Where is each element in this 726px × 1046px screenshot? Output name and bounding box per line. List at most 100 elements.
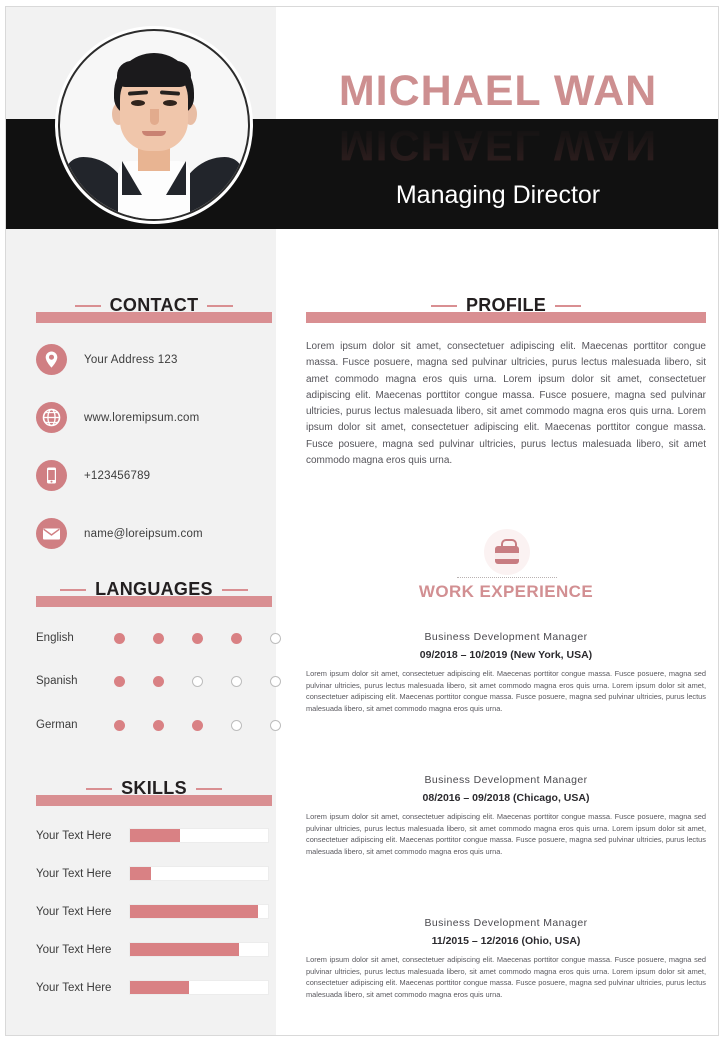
languages-dash-left	[60, 588, 87, 591]
rating-dot[interactable]	[114, 675, 125, 687]
rating-dot[interactable]	[153, 632, 164, 644]
language-row-spanish: Spanish	[36, 675, 309, 687]
language-label: German	[36, 719, 78, 731]
rating-dot[interactable]	[270, 675, 281, 687]
skills-heading: SKILLS	[121, 778, 187, 798]
globe-icon	[36, 402, 67, 433]
skill-row: Your Text Here	[36, 904, 269, 919]
location-pin-icon	[36, 344, 67, 375]
rating-dot[interactable]	[192, 632, 203, 644]
phone-icon	[36, 460, 67, 491]
rating-dot[interactable]	[114, 632, 125, 644]
job-dates-location: 11/2015 – 12/2016 (Ohio, USA)	[431, 935, 581, 947]
language-rating-dots[interactable]	[114, 719, 309, 731]
profile-dash-left	[430, 304, 457, 307]
skill-row: Your Text Here	[36, 942, 269, 957]
contact-item-website[interactable]: www.loremipsum.com	[36, 402, 199, 433]
contact-website-label: www.loremipsum.com	[84, 411, 200, 424]
skill-progress-fill	[130, 905, 259, 918]
language-label: English	[36, 632, 74, 644]
candidate-name-block: MICHAEL WAN MICHAEL WAN	[276, 63, 718, 183]
language-label: Spanish	[36, 675, 78, 687]
skill-progress-track[interactable]	[129, 904, 269, 919]
language-rating-dots[interactable]	[114, 632, 309, 644]
contact-section-header: CONTACT	[36, 295, 272, 323]
resume-page: MICHAEL WAN MICHAEL WAN Managing Directo…	[5, 6, 719, 1036]
photo-eye-right	[163, 100, 177, 106]
work-experience-entry: Business Development Manager 09/2018 – 1…	[306, 631, 706, 714]
contact-item-address[interactable]: Your Address 123	[36, 344, 178, 375]
contact-address-label: Your Address 123	[84, 353, 178, 366]
skills-dash-left	[86, 787, 113, 790]
skill-progress-track[interactable]	[129, 980, 269, 995]
job-role: Business Development Manager	[424, 774, 588, 786]
skill-row: Your Text Here	[36, 828, 269, 843]
contact-email-label: name@loreipsum.com	[84, 527, 203, 540]
skill-progress-track[interactable]	[129, 828, 269, 843]
rating-dot[interactable]	[192, 719, 203, 731]
candidate-name-reflection: MICHAEL WAN	[338, 121, 658, 169]
skill-progress-fill	[130, 867, 151, 880]
work-experience-dotted-divider	[457, 577, 557, 578]
skill-label: Your Text Here	[36, 905, 112, 918]
languages-dash-right	[221, 588, 248, 591]
language-row-german: German	[36, 719, 309, 731]
envelope-icon	[36, 518, 67, 549]
job-title: Managing Director	[395, 181, 601, 209]
contact-item-phone[interactable]: +123456789	[36, 460, 150, 491]
profile-photo	[58, 29, 250, 221]
job-role: Business Development Manager	[424, 917, 588, 929]
language-row-english: English	[36, 632, 309, 644]
profile-heading: PROFILE	[465, 295, 547, 315]
rating-dot[interactable]	[270, 632, 281, 644]
photo-nose	[150, 109, 159, 125]
skill-label: Your Text Here	[36, 981, 112, 994]
rating-dot[interactable]	[153, 719, 164, 731]
skill-progress-fill	[130, 981, 190, 994]
profile-body-text: Lorem ipsum dolor sit amet, consectetuer…	[306, 341, 706, 467]
briefcase-icon	[484, 529, 530, 575]
job-role: Business Development Manager	[424, 631, 588, 643]
contact-heading: CONTACT	[109, 295, 199, 315]
skills-section-header: SKILLS	[36, 778, 272, 806]
job-description: Lorem ipsum dolor sit amet, consectetuer…	[306, 669, 706, 713]
skill-label: Your Text Here	[36, 829, 112, 842]
job-description: Lorem ipsum dolor sit amet, consectetuer…	[306, 812, 706, 856]
work-experience-entry: Business Development Manager 11/2015 – 1…	[306, 917, 706, 1000]
skill-progress-track[interactable]	[129, 866, 269, 881]
work-experience-heading: WORK EXPERIENCE	[418, 582, 594, 601]
skill-label: Your Text Here	[36, 867, 112, 880]
languages-heading: LANGUAGES	[95, 579, 213, 599]
language-rating-dots[interactable]	[114, 675, 309, 687]
profile-dash-right	[555, 304, 582, 307]
skill-label: Your Text Here	[36, 943, 112, 956]
skill-row: Your Text Here	[36, 866, 269, 881]
photo-eye-left	[131, 100, 145, 106]
photo-fringe	[117, 61, 191, 87]
skills-dash-right	[195, 787, 222, 790]
skill-progress-track[interactable]	[129, 942, 269, 957]
rating-dot[interactable]	[114, 719, 125, 731]
skill-progress-fill	[130, 829, 180, 842]
contact-dash-left	[74, 304, 101, 307]
rating-dot[interactable]	[153, 675, 164, 687]
rating-dot[interactable]	[192, 675, 203, 687]
work-experience-entry: Business Development Manager 08/2016 – 0…	[306, 774, 706, 857]
skill-progress-fill	[130, 943, 240, 956]
job-dates-location: 09/2018 – 10/2019 (New York, USA)	[419, 649, 593, 661]
job-dates-location: 08/2016 – 09/2018 (Chicago, USA)	[422, 792, 590, 804]
rating-dot[interactable]	[231, 675, 242, 687]
contact-dash-right	[207, 304, 234, 307]
skill-row: Your Text Here	[36, 980, 269, 995]
job-description: Lorem ipsum dolor sit amet, consectetuer…	[306, 955, 706, 999]
contact-item-email[interactable]: name@loreipsum.com	[36, 518, 203, 549]
rating-dot[interactable]	[270, 719, 281, 731]
profile-section-header: PROFILE	[306, 295, 706, 323]
languages-section-header: LANGUAGES	[36, 579, 272, 607]
contact-phone-label: +123456789	[84, 469, 151, 482]
candidate-name: MICHAEL WAN	[338, 67, 658, 115]
rating-dot[interactable]	[231, 719, 242, 731]
rating-dot[interactable]	[231, 632, 242, 644]
briefcase-flap	[495, 553, 519, 559]
photo-mouth	[142, 131, 166, 136]
